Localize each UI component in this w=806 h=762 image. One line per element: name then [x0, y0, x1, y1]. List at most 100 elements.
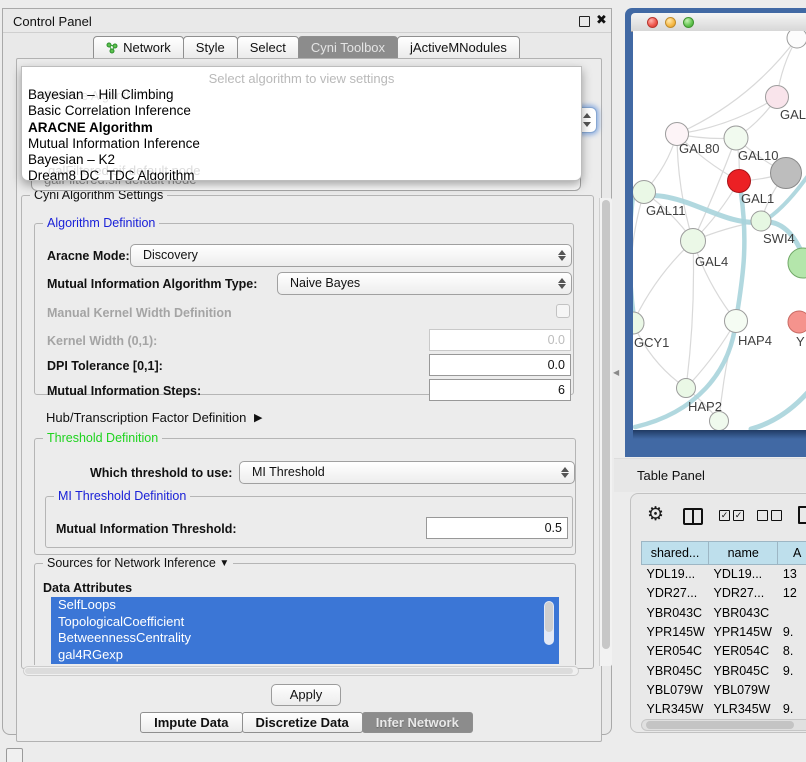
table-cell — [778, 680, 806, 699]
settings-horizontal-scrollbar[interactable] — [23, 666, 579, 676]
column-header-shared[interactable]: shared... — [642, 542, 709, 565]
dropdown-item-bayesian-k2[interactable]: Bayesian – K2 — [26, 152, 577, 168]
network-node-swi4[interactable] — [751, 211, 771, 231]
network-node-gcy1[interactable] — [633, 312, 644, 334]
stepper-icon — [553, 246, 570, 265]
network-node-gal10[interactable] — [724, 126, 748, 150]
column-header-a[interactable]: A — [778, 542, 806, 565]
split-columns-icon[interactable] — [683, 508, 703, 525]
network-node-hap2[interactable] — [677, 379, 696, 398]
dropdown-item-basic-correlation-inference[interactable]: Basic Correlation Inference — [26, 103, 577, 119]
mi-type-select[interactable]: Naive Bayes — [277, 272, 572, 295]
dpi-tolerance-field[interactable]: 0.0 — [429, 354, 571, 376]
network-node-gal4[interactable] — [681, 229, 706, 254]
table-row[interactable]: YER054CYER054C8. — [642, 642, 806, 661]
network-edge[interactable] — [633, 241, 693, 323]
network-node-hap4[interactable] — [725, 310, 748, 333]
network-edge-thick[interactable] — [751, 391, 806, 429]
which-threshold-select[interactable]: MI Threshold — [239, 461, 575, 484]
scrollbar-thumb[interactable] — [646, 721, 794, 729]
table-cell: 9. — [778, 700, 806, 719]
network-edge-thick[interactable] — [633, 191, 636, 331]
network-edge[interactable] — [686, 241, 694, 388]
apply-button[interactable]: Apply — [271, 684, 341, 706]
scrollbar-thumb[interactable] — [25, 668, 573, 674]
network-node[interactable] — [788, 248, 806, 278]
control-panel-tabs: NetworkStyleSelectCyni Toolbox jActiveMNo… — [3, 36, 611, 59]
network-node-gal1[interactable] — [728, 170, 751, 193]
tab-discretize-data[interactable]: Discretize Data — [242, 712, 363, 733]
tab-impute-data[interactable]: Impute Data — [140, 712, 242, 733]
data-attributes-label: Data Attributes — [43, 581, 132, 595]
attributes-scrollbar[interactable] — [544, 601, 554, 645]
dropdown-item-mutual-information-inference[interactable]: Mutual Information Inference — [26, 136, 577, 152]
scrollbar-thumb[interactable] — [602, 200, 610, 649]
tab-select[interactable]: Select — [237, 36, 299, 59]
table-row[interactable]: YPR145WYPR145W9. — [642, 622, 806, 641]
dpi-tolerance-label: DPI Tolerance [0,1]: — [47, 359, 163, 373]
collapse-down-icon[interactable]: ▼ — [219, 558, 229, 569]
canvas-shadow — [633, 430, 806, 439]
mi-type-value: Naive Bayes — [290, 276, 360, 290]
column-header-name[interactable]: name — [709, 542, 778, 565]
deselect-all-icon[interactable] — [757, 510, 782, 521]
dropdown-item-bayesian-hill-climbing[interactable]: Bayesian – Hill Climbing — [26, 87, 577, 103]
network-edge[interactable] — [633, 192, 644, 323]
expand-right-icon[interactable]: ▶ — [254, 412, 262, 424]
tab-cyni-toolbox[interactable]: Cyni Toolbox — [298, 36, 398, 59]
attribute-item-topologicalcoefficient[interactable]: TopologicalCoefficient — [51, 614, 559, 631]
network-node[interactable] — [710, 412, 729, 431]
table-cell: YER054C — [709, 642, 778, 661]
sources-group-title[interactable]: Sources for Network Inference ▼ — [43, 556, 233, 570]
dropdown-item-aracne-algorithm[interactable]: ARACNE Algorithm — [26, 120, 577, 136]
network-node-y[interactable] — [788, 311, 806, 333]
kernel-width-field[interactable]: 0.0 — [429, 329, 571, 351]
control-panel: Control Panel ✖ NetworkStyleSelectCyni T… — [2, 8, 612, 735]
network-node[interactable] — [771, 158, 802, 189]
select-all-icon[interactable]: ✓✓ — [719, 510, 744, 521]
hub-definition-toggle[interactable]: Hub/Transcription Factor Definition ▶ — [46, 410, 258, 425]
table-row[interactable]: YBR043CYBR043C — [642, 603, 806, 622]
mi-steps-field[interactable]: 6 — [429, 379, 571, 401]
algorithm-definition-group: Algorithm Definition Aracne Mode: Discov… — [34, 223, 574, 395]
network-node-gal11[interactable] — [633, 181, 656, 204]
table-row[interactable]: YLR345WYLR345W9. — [642, 700, 806, 719]
aracne-mode-select[interactable]: Discovery — [130, 244, 572, 267]
attribute-item-betweennesscentrality[interactable]: BetweennessCentrality — [51, 630, 559, 647]
zoom-traffic-light-icon[interactable] — [683, 17, 694, 28]
close-icon[interactable]: ✖ — [596, 12, 607, 28]
table-panel: ⚙ ✓✓ shared...nameA YDL19...YDL19...13YD… — [630, 493, 806, 733]
split-pane-collapse-icon[interactable]: ◀ — [613, 368, 619, 377]
gear-icon[interactable]: ⚙ — [647, 504, 664, 526]
network-canvas[interactable]: GALGAL80GAL10GAL1GAL11SWI4GAL4GCY1HAP4YH… — [633, 31, 806, 430]
float-window-icon[interactable] — [579, 16, 590, 27]
attribute-item-gal4rgexp[interactable]: gal4RGexp — [51, 647, 559, 664]
minimize-traffic-light-icon[interactable] — [665, 17, 676, 28]
table-row[interactable]: YDL19...YDL19...13 — [642, 565, 806, 584]
tab-style[interactable]: Style — [183, 36, 238, 59]
document-icon[interactable] — [798, 506, 806, 524]
attribute-item-selfloops[interactable]: SelfLoops — [51, 597, 559, 614]
mi-threshold-field[interactable]: 0.5 — [426, 517, 568, 539]
network-window-titlebar[interactable] — [631, 13, 806, 32]
table-row[interactable]: YBL079WYBL079W — [642, 680, 806, 699]
table-row[interactable]: YBR045CYBR045C9. — [642, 661, 806, 680]
network-node-gal[interactable] — [766, 86, 789, 109]
network-edge[interactable] — [693, 241, 736, 321]
close-traffic-light-icon[interactable] — [647, 17, 658, 28]
table-cell: 12 — [778, 584, 806, 603]
dropdown-item-dream8-dc-tdc-algorithm[interactable]: Dream8 DC_TDC Algorithm — [26, 168, 577, 181]
scrollbar-thumb[interactable] — [545, 602, 553, 632]
minimized-panel-icon[interactable] — [6, 748, 23, 762]
table-row[interactable]: YDR27...YDR27...12 — [642, 584, 806, 603]
manual-kernel-checkbox[interactable] — [556, 304, 570, 318]
tab-jactivemnodules[interactable]: jActiveMNodules — [397, 36, 520, 59]
table-horizontal-scrollbar[interactable] — [641, 719, 806, 731]
network-node[interactable] — [787, 31, 806, 48]
tab-infer-network[interactable]: Infer Network — [362, 712, 473, 733]
tab-network[interactable]: Network — [93, 36, 184, 59]
tab-label: jActiveMNodules — [410, 40, 507, 55]
network-edge[interactable] — [633, 323, 686, 388]
group-title: Threshold Definition — [43, 431, 162, 445]
settings-vertical-scrollbar[interactable] — [599, 198, 612, 666]
